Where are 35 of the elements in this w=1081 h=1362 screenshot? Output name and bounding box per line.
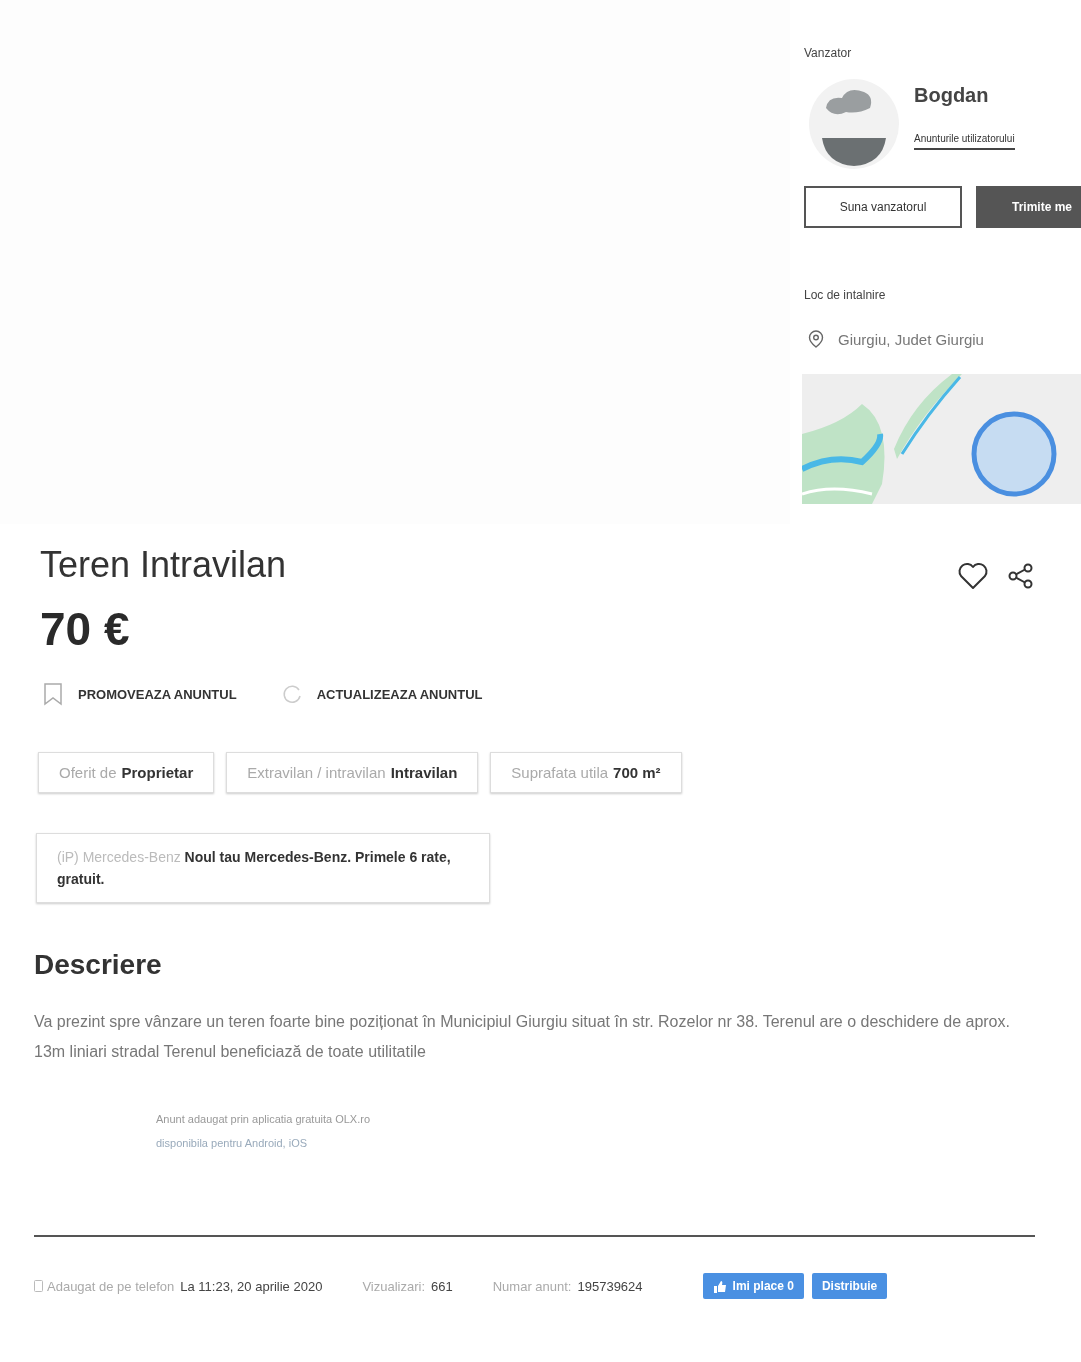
added-date: La 11:23, 20 aprilie 2020: [180, 1278, 323, 1294]
attribute-label: Extravilan / intravilan: [247, 764, 386, 781]
refresh-link[interactable]: ACTUALIZEAZA ANUNTUL: [280, 682, 483, 706]
bookmark-icon: [42, 682, 64, 706]
views-label: Vizualizari:: [362, 1278, 425, 1294]
section-heading: Loc de intalnire: [804, 288, 887, 302]
share-icon[interactable]: [1007, 562, 1035, 590]
ad-number: 195739624: [577, 1278, 643, 1294]
section-heading: Vanzator: [804, 46, 853, 60]
ad-number-label: Numar anunt:: [492, 1278, 572, 1294]
description-text: Va prezint spre vânzare un teren foarte bine poziționat în Municipiul Giurgiu situat în str. Rozelor nr 38. Terenul are o deschidere de aprox. 13m liniari stradal Terenul beneficiază de toate utilitatile: [34, 1012, 1011, 1062]
call-button[interactable]: Suna vanzatorul: [804, 186, 962, 228]
ad-text: (iP) Mercedes-Benz Noul tau Mercedes-Benz. Primele 6 rate, gratuit.: [57, 848, 452, 889]
seller-name: Bogdan: [914, 84, 990, 107]
listing-title: Teren Intravilan: [40, 544, 287, 586]
refresh-icon: [280, 683, 303, 705]
location-pin-icon: [808, 330, 824, 348]
section-heading: Descriere: [34, 949, 163, 981]
views-count: 661: [431, 1278, 453, 1294]
thumbs-up-icon: [712, 1279, 727, 1293]
avatar-icon: [808, 78, 900, 170]
attribute-label: Suprafata utila: [511, 764, 609, 781]
heart-icon[interactable]: [957, 562, 989, 590]
message-button[interactable]: Trimite me: [976, 186, 1081, 228]
app-note: Anunt adaugat prin aplicatia gratuita OLX.ro: [156, 1112, 372, 1127]
price: 70 €: [40, 602, 131, 656]
phone-icon: [34, 1280, 43, 1292]
location-text: Giurgiu, Judet Giurgiu: [838, 330, 984, 348]
attribute-value: Proprietar: [121, 764, 194, 781]
attribute-value: Intravilan: [390, 764, 458, 781]
user-ads-link[interactable]: Anunturile utilizatorului: [914, 133, 1015, 150]
attribute-label: Oferit de: [59, 764, 117, 781]
attribute-value: 700 m²: [613, 764, 661, 781]
added-label: Adaugat de pe telefon: [47, 1278, 175, 1294]
promote-link[interactable]: PROMOVEAZA ANUNTUL: [42, 682, 237, 706]
